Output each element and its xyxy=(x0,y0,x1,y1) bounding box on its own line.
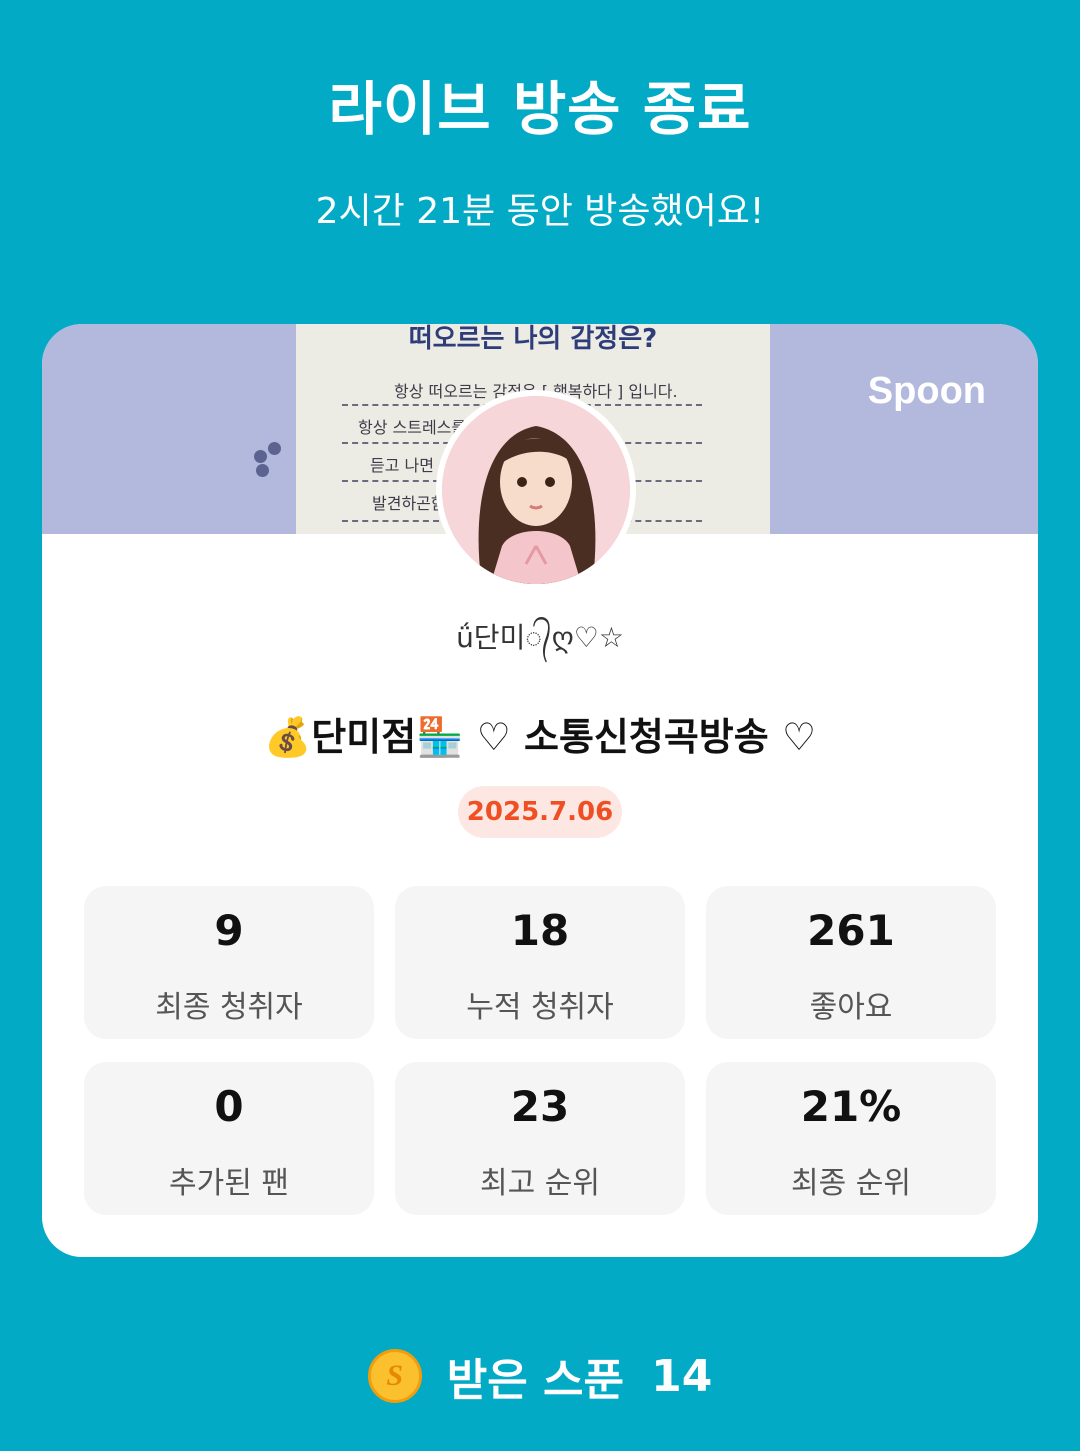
decoration-dot xyxy=(254,450,267,463)
spoon-logo: Spoon xyxy=(867,370,986,412)
stat-new-fans: 0 추가된 팬 xyxy=(84,1062,374,1215)
spoon-coin-icon: S xyxy=(367,1349,422,1403)
stat-total-listeners: 18 누적 청취자 xyxy=(395,886,685,1039)
received-spoons-label: 받은 스푼 xyxy=(446,1355,624,1406)
stat-final-rank: 21% 최종 순위 xyxy=(706,1062,996,1215)
stat-best-rank: 23 최고 순위 xyxy=(395,1062,685,1215)
stat-label: 좋아요 xyxy=(809,990,893,1025)
stat-value: 23 xyxy=(510,1082,570,1131)
decoration-dot xyxy=(256,464,269,477)
host-nickname: ǘ단미᭄ღ♡☆ xyxy=(456,621,624,654)
stat-value: 9 xyxy=(214,906,244,955)
page-title: 라이브 방송 종료 xyxy=(328,75,752,143)
stat-value: 18 xyxy=(510,906,570,955)
received-spoons: S 받은 스푼 14 xyxy=(0,1344,1080,1408)
stat-likes: 261 좋아요 xyxy=(706,886,996,1039)
stat-label: 최고 순위 xyxy=(480,1166,600,1201)
stat-label: 최종 순위 xyxy=(791,1166,911,1201)
stat-final-listeners: 9 최종 청취자 xyxy=(84,886,374,1039)
stat-value: 261 xyxy=(807,906,895,955)
broadcast-title: 💰단미점🏪 ♡ 소통신청곡방송 ♡ xyxy=(263,715,817,759)
date-badge: 2025.7.06 xyxy=(458,786,622,838)
received-spoons-count: 14 xyxy=(651,1350,713,1402)
banner-heading: 떠오르는 나의 감정은? xyxy=(408,324,658,354)
broadcast-duration: 2시간 21분 동안 방송했어요! xyxy=(315,191,765,232)
avatar[interactable] xyxy=(436,390,636,590)
avatar-illustration xyxy=(442,396,630,584)
stat-value: 21% xyxy=(800,1082,902,1131)
stat-label: 누적 청취자 xyxy=(466,990,614,1025)
stat-value: 0 xyxy=(214,1082,244,1131)
broadcast-summary-card: 떠오르는 나의 감정은? 항상 떠오르는 감정은 [ 행복하다 ] 입니다. 항… xyxy=(42,324,1038,1257)
decoration-dot xyxy=(268,442,281,455)
stat-label: 최종 청취자 xyxy=(155,990,303,1025)
stat-label: 추가된 팬 xyxy=(169,1166,289,1201)
